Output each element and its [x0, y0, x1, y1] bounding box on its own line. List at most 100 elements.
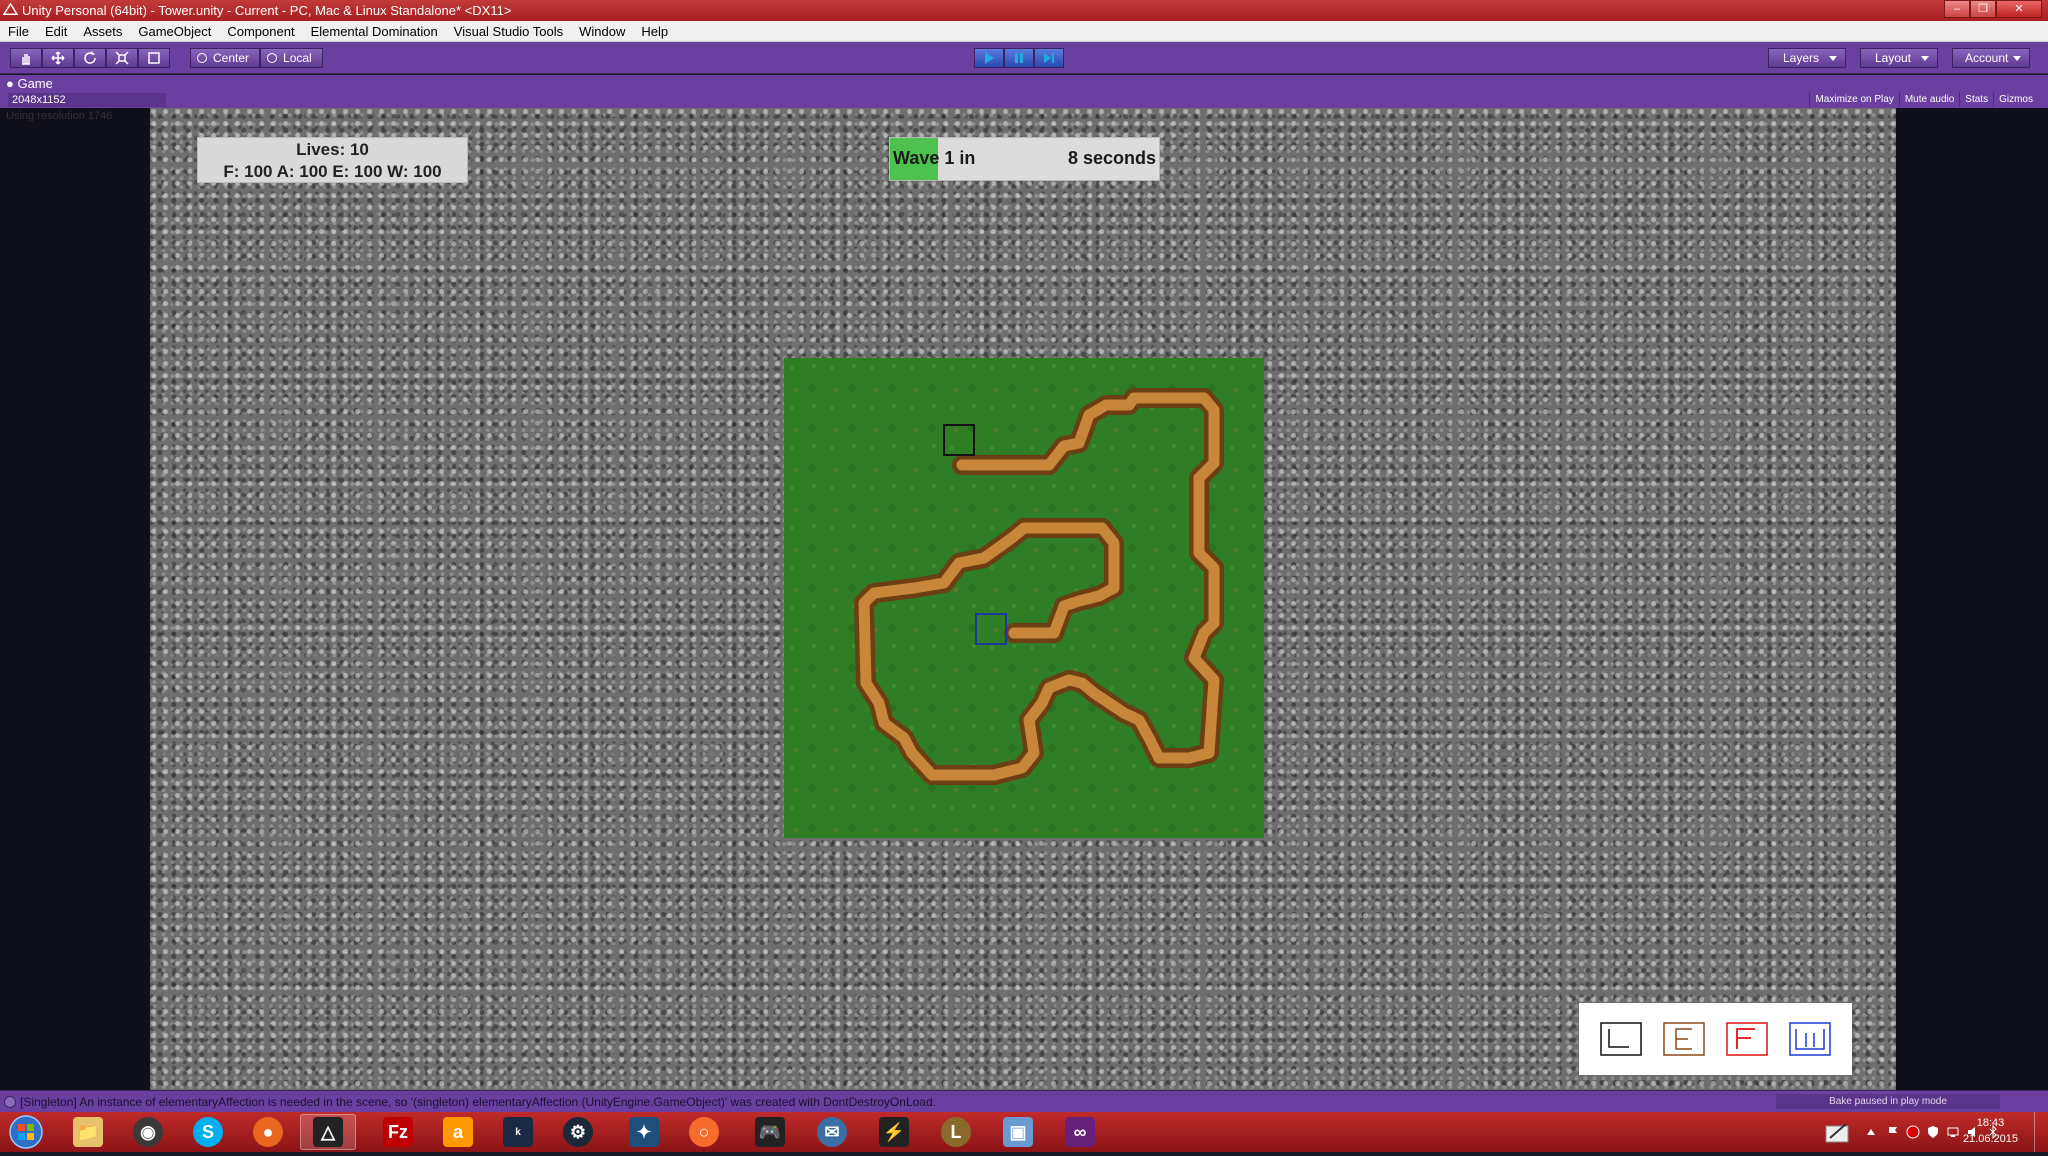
menu-visual-studio-tools[interactable]: Visual Studio Tools: [446, 21, 571, 41]
mute-audio-toggle[interactable]: Mute audio: [1898, 92, 1959, 107]
tower-option-air[interactable]: [1662, 1021, 1706, 1057]
wave-label: Wave 1 in: [893, 148, 976, 168]
gamepad-icon: 🎮: [755, 1117, 785, 1147]
antivirus-icon[interactable]: [1906, 1125, 1920, 1139]
show-hidden-icons-icon[interactable]: [1864, 1125, 1878, 1139]
tower-option-water[interactable]: [1788, 1021, 1832, 1057]
game-map[interactable]: [784, 358, 1264, 838]
menu-edit[interactable]: Edit: [37, 21, 75, 41]
rect-tool-button[interactable]: [138, 48, 170, 68]
pivot-controls: Center Local: [190, 48, 323, 68]
hand-tool-button[interactable]: [10, 48, 42, 68]
taskbar-unity[interactable]: △: [300, 1114, 356, 1150]
menu-help[interactable]: Help: [633, 21, 676, 41]
move-icon: [51, 51, 65, 65]
account-dropdown[interactable]: Account: [1952, 48, 2030, 68]
taskbar-steam[interactable]: ⚙: [550, 1114, 606, 1150]
pen-input-icon[interactable]: [1824, 1120, 1852, 1144]
pivot-center-button[interactable]: Center: [190, 48, 261, 68]
start-button[interactable]: [4, 1113, 48, 1151]
wave-timer: Wave 1 in 8 seconds: [889, 137, 1160, 181]
rotate-tool-button[interactable]: [74, 48, 106, 68]
air-tower-icon: [1663, 1022, 1705, 1056]
show-desktop-button[interactable]: [2034, 1112, 2048, 1152]
taskbar-visual-studio[interactable]: ∞: [1052, 1114, 1108, 1150]
chevron-down-icon: [1921, 56, 1929, 61]
play-button[interactable]: [974, 48, 1004, 68]
taskbar-amazon[interactable]: a: [430, 1114, 486, 1150]
close-button[interactable]: ✕: [1996, 0, 2042, 18]
layers-dropdown[interactable]: Layers: [1768, 48, 1846, 68]
amazon-icon: a: [443, 1117, 473, 1147]
pause-button[interactable]: [1004, 48, 1034, 68]
taskbar-firefox[interactable]: ●: [240, 1114, 296, 1150]
taskbar-game[interactable]: ✦: [616, 1114, 672, 1150]
using-resolution-label: Using resolution 1746: [6, 110, 113, 122]
unity-icon: △: [313, 1117, 343, 1147]
kindle-icon: k: [503, 1117, 533, 1147]
chevron-down-icon: [1829, 56, 1837, 61]
menu-assets[interactable]: Assets: [75, 21, 130, 41]
maximize-on-play-toggle[interactable]: Maximize on Play: [1809, 92, 1898, 107]
windows-taskbar: 📁 ◉ S ● △ Fz a k ⚙ ✦ ○ 🎮 ✉ ⚡ L ▣ ∞ 18:43…: [0, 1112, 2048, 1152]
game-icon: ●: [6, 76, 18, 91]
taskbar-origin[interactable]: ○: [676, 1114, 732, 1150]
title-bar: Unity Personal (64bit) - Tower.unity - C…: [0, 0, 2048, 21]
game-playfield[interactable]: Lives: 10 F: 100 A: 100 E: 100 W: 100 Wa…: [150, 108, 1896, 1090]
taskbar-kindle[interactable]: k: [490, 1114, 546, 1150]
taskbar-skype[interactable]: S: [180, 1114, 236, 1150]
restore-button[interactable]: ❐: [1970, 0, 1996, 18]
taskbar-media[interactable]: ◉: [120, 1114, 176, 1150]
play-icon: [985, 52, 994, 64]
pivot-label: Center: [213, 51, 250, 65]
fire-tower-icon: [1726, 1022, 1768, 1056]
layout-label: Layout: [1874, 51, 1912, 65]
stats-toggle[interactable]: Stats: [1959, 92, 1993, 107]
tower-option-earth[interactable]: [1599, 1021, 1643, 1057]
taskbar-remote-desktop[interactable]: ▣: [990, 1114, 1046, 1150]
pivot-space-button[interactable]: Local: [260, 48, 323, 68]
game-panel-header: ● Game 2048x1152 Maximize on Play Mute a…: [0, 75, 2048, 108]
close-icon: ✕: [2014, 3, 2024, 15]
minimize-button[interactable]: –: [1944, 0, 1970, 18]
taskbar-gamepad[interactable]: 🎮: [742, 1114, 798, 1150]
explorer-icon: 📁: [73, 1117, 103, 1147]
game-view: Using resolution 1746 Lives: 10 F: 100 A…: [0, 108, 2048, 1090]
step-icon: [1044, 53, 1054, 63]
menu-file[interactable]: File: [0, 21, 37, 41]
flag-icon[interactable]: [1886, 1125, 1900, 1139]
taskbar-thunderbird[interactable]: ✉: [804, 1114, 860, 1150]
taskbar-filezilla[interactable]: Fz: [370, 1114, 426, 1150]
menu-window[interactable]: Window: [571, 21, 633, 41]
taskbar-explorer[interactable]: 📁: [60, 1114, 116, 1150]
tab-game[interactable]: ● Game: [6, 76, 53, 92]
network-icon[interactable]: [1946, 1125, 1960, 1139]
move-tool-button[interactable]: [42, 48, 74, 68]
system-tray: 18:43 21.06.2015: [1748, 1112, 2048, 1152]
gizmos-toggle[interactable]: Gizmos: [1993, 92, 2038, 107]
layout-dropdown[interactable]: Layout: [1860, 48, 1938, 68]
scale-tool-button[interactable]: [106, 48, 138, 68]
resolution-dropdown[interactable]: 2048x1152: [8, 93, 166, 107]
resources-text: F: 100 A: 100 E: 100 W: 100: [223, 162, 442, 181]
play-controls: [974, 48, 1064, 68]
tower-option-fire[interactable]: [1725, 1021, 1769, 1057]
shield-icon[interactable]: [1926, 1125, 1940, 1139]
rect-icon: [148, 52, 160, 64]
clock[interactable]: 18:43 21.06.2015: [1963, 1115, 2018, 1147]
console-status-bar[interactable]: [Singleton] An instance of elementaryAff…: [0, 1090, 2048, 1112]
winamp-icon: ⚡: [879, 1117, 909, 1147]
game-tab-label: Game: [17, 76, 53, 91]
menu-elemental-domination[interactable]: Elemental Domination: [303, 21, 446, 41]
lives-panel: Lives: 10 F: 100 A: 100 E: 100 W: 100: [197, 137, 468, 183]
unity-logo-icon: [3, 3, 18, 15]
menu-component[interactable]: Component: [219, 21, 302, 41]
league-icon: L: [941, 1117, 971, 1147]
menu-gameobject[interactable]: GameObject: [130, 21, 219, 41]
remote-desktop-icon: ▣: [1003, 1117, 1033, 1147]
wave-seconds: 8 seconds: [1067, 148, 1156, 168]
step-button[interactable]: [1034, 48, 1064, 68]
taskbar-league[interactable]: L: [928, 1114, 984, 1150]
clock-date: 21.06.2015: [1962, 1133, 2018, 1145]
taskbar-winamp[interactable]: ⚡: [866, 1114, 922, 1150]
